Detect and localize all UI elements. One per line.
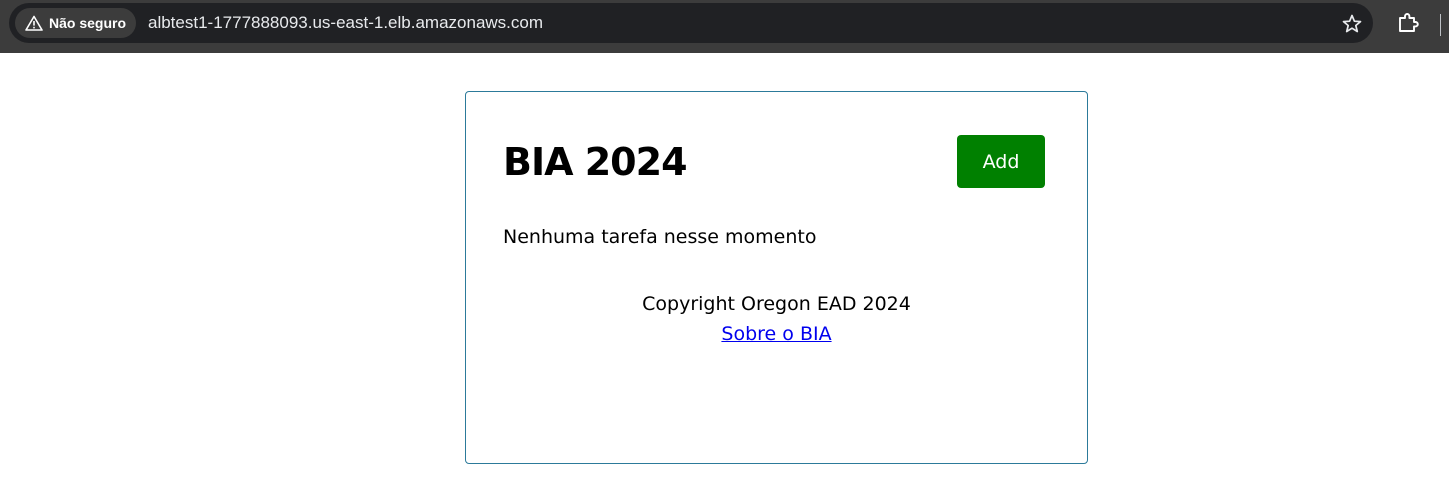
about-link[interactable]: Sobre o BIA [721,323,831,345]
puzzle-icon[interactable] [1396,11,1420,35]
page-title: BIA 2024 [503,140,688,184]
copyright-text: Copyright Oregon EAD 2024 [642,293,911,315]
empty-tasks-message: Nenhuma tarefa nesse momento [503,226,817,248]
browser-toolbar: Não seguro albtest1-1777888093.us-east-1… [0,0,1449,53]
toolbar-divider [1440,14,1441,36]
star-icon[interactable] [1341,13,1363,35]
add-button[interactable]: Add [957,135,1045,188]
security-indicator[interactable]: Não seguro [15,8,137,38]
address-bar[interactable]: Não seguro albtest1-1777888093.us-east-1… [9,3,1373,43]
url-text[interactable]: albtest1-1777888093.us-east-1.elb.amazon… [148,3,543,43]
footer: Copyright Oregon EAD 2024 Sobre o BIA [466,289,1087,349]
security-label: Não seguro [49,15,127,31]
tasks-card: BIA 2024 Add Nenhuma tarefa nesse moment… [465,91,1088,464]
warning-triangle-icon [25,15,43,31]
